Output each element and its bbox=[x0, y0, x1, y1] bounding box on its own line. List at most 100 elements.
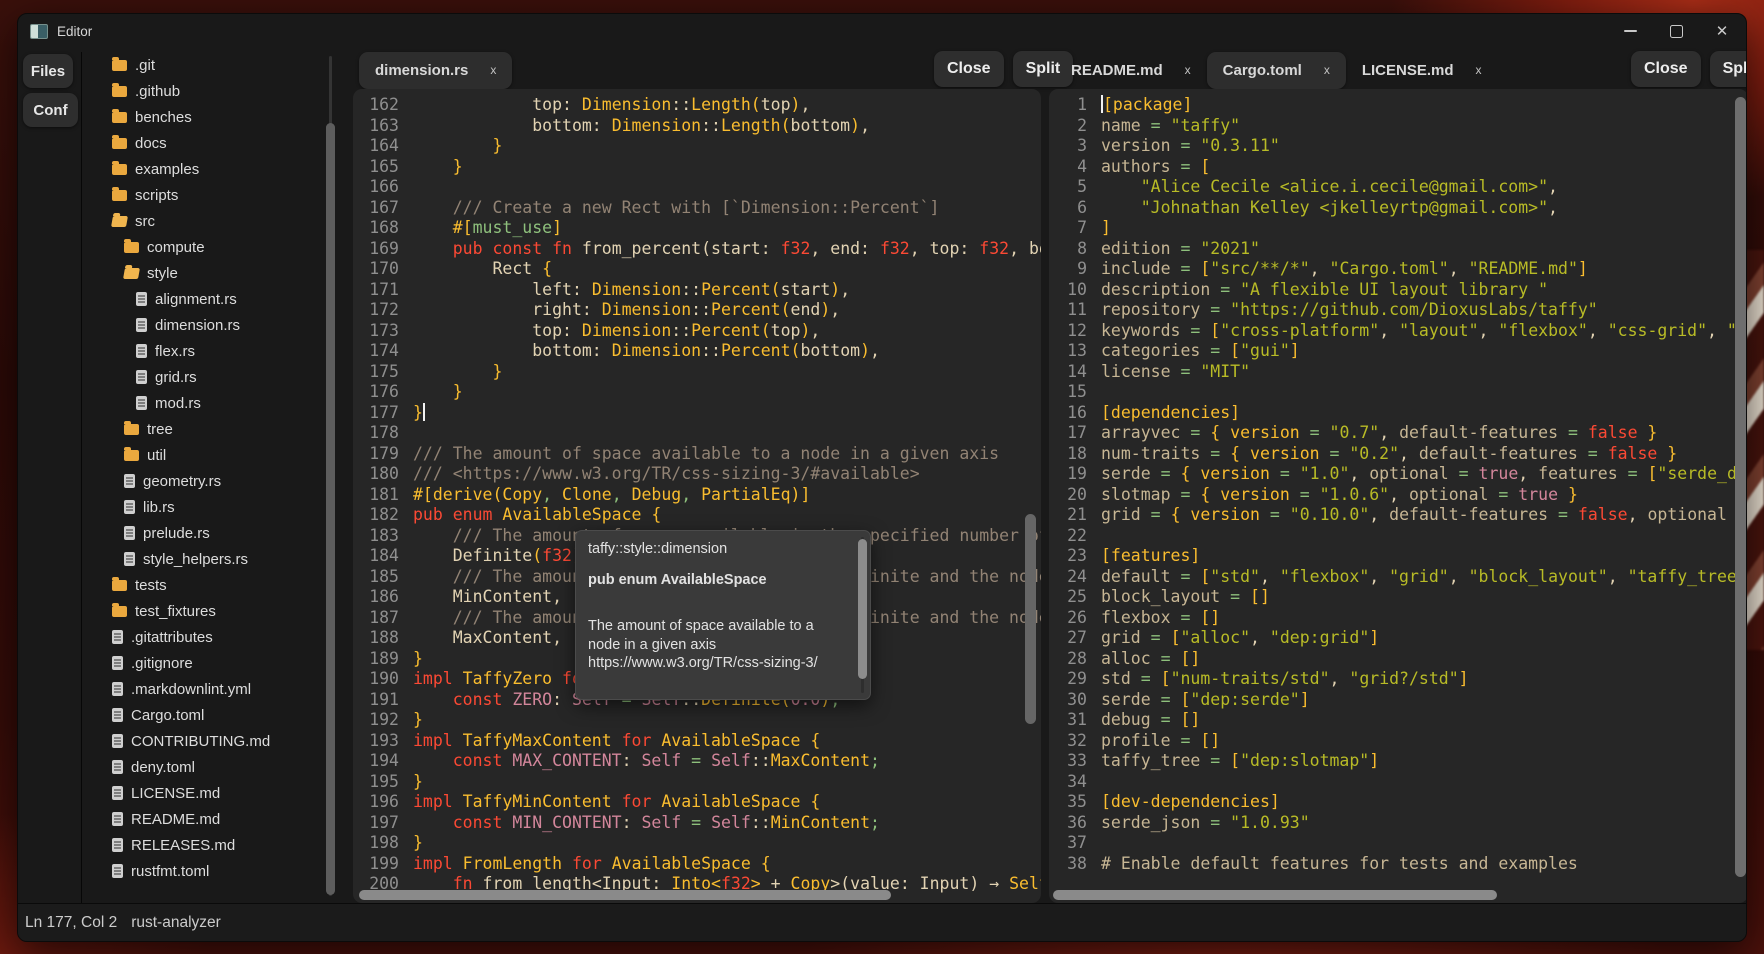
code-line-2[interactable]: 2name = "taffy" bbox=[1049, 116, 1747, 137]
code-line-169[interactable]: 169 pub const fn from_percent(start: f32… bbox=[353, 239, 1041, 260]
code-line-36[interactable]: 36serde_json = "1.0.93" bbox=[1049, 813, 1747, 834]
tooltip-scrollbar-thumb[interactable] bbox=[858, 539, 867, 679]
code-line-196[interactable]: 196impl TaffyMinContent for AvailableSpa… bbox=[353, 792, 1041, 813]
code-line-27[interactable]: 27grid = ["alloc", "dep:grid"] bbox=[1049, 628, 1747, 649]
tree-item-README.md[interactable]: README.md bbox=[82, 806, 350, 832]
sidebar-files-button[interactable]: Files bbox=[23, 54, 73, 88]
code-line-177[interactable]: 177} bbox=[353, 403, 1041, 424]
tree-item-style[interactable]: style bbox=[82, 260, 350, 286]
tree-item-mod.rs[interactable]: mod.rs bbox=[82, 390, 350, 416]
tree-item-alignment.rs[interactable]: alignment.rs bbox=[82, 286, 350, 312]
code-line-4[interactable]: 4authors = [ bbox=[1049, 157, 1747, 178]
code-line-176[interactable]: 176 } bbox=[353, 382, 1041, 403]
titlebar[interactable]: Editor ✕ bbox=[18, 14, 1746, 48]
code-line-192[interactable]: 192} bbox=[353, 710, 1041, 731]
code-line-182[interactable]: 182pub enum AvailableSpace { bbox=[353, 505, 1041, 526]
code-line-11[interactable]: 11repository = "https://github.com/Dioxu… bbox=[1049, 300, 1747, 321]
code-line-10[interactable]: 10description = "A flexible UI layout li… bbox=[1049, 280, 1747, 301]
tab-close-icon[interactable]: x bbox=[1185, 63, 1191, 77]
code-line-20[interactable]: 20slotmap = { version = "1.0.6", optiona… bbox=[1049, 485, 1747, 506]
file-tree-scrollbar-thumb[interactable] bbox=[326, 123, 335, 895]
code-line-180[interactable]: 180/// <https://www.w3.org/TR/css-sizing… bbox=[353, 464, 1041, 485]
tree-item-lib.rs[interactable]: lib.rs bbox=[82, 494, 350, 520]
minimize-button[interactable] bbox=[1620, 21, 1640, 41]
code-line-25[interactable]: 25block_layout = [] bbox=[1049, 587, 1747, 608]
code-line-181[interactable]: 181#[derive(Copy, Clone, Debug, PartialE… bbox=[353, 485, 1041, 506]
tree-item-scripts[interactable]: scripts bbox=[82, 182, 350, 208]
code-line-13[interactable]: 13categories = ["gui"] bbox=[1049, 341, 1747, 362]
center-close-button[interactable]: Close bbox=[934, 51, 1004, 87]
code-line-31[interactable]: 31debug = [] bbox=[1049, 710, 1747, 731]
code-line-166[interactable]: 166 bbox=[353, 177, 1041, 198]
tab-close-icon[interactable]: x bbox=[1324, 63, 1330, 77]
code-line-170[interactable]: 170 Rect { bbox=[353, 259, 1041, 280]
code-line-29[interactable]: 29std = ["num-traits/std", "grid?/std"] bbox=[1049, 669, 1747, 690]
tree-item-compute[interactable]: compute bbox=[82, 234, 350, 260]
tree-item-.markdownlint.yml[interactable]: .markdownlint.yml bbox=[82, 676, 350, 702]
code-line-179[interactable]: 179/// The amount of space available to … bbox=[353, 444, 1041, 465]
code-line-26[interactable]: 26flexbox = [] bbox=[1049, 608, 1747, 629]
tab-close-icon[interactable]: x bbox=[1476, 63, 1482, 77]
code-line-171[interactable]: 171 left: Dimension::Percent(start), bbox=[353, 280, 1041, 301]
code-line-168[interactable]: 168 #[must_use] bbox=[353, 218, 1041, 239]
code-line-167[interactable]: 167 /// Create a new Rect with [`Dimensi… bbox=[353, 198, 1041, 219]
code-line-14[interactable]: 14license = "MIT" bbox=[1049, 362, 1747, 383]
code-line-9[interactable]: 9include = ["src/**/*", "Cargo.toml", "R… bbox=[1049, 259, 1747, 280]
tree-item-rustfmt.toml[interactable]: rustfmt.toml bbox=[82, 858, 350, 884]
code-line-34[interactable]: 34 bbox=[1049, 772, 1747, 793]
code-line-178[interactable]: 178 bbox=[353, 423, 1041, 444]
center-editor[interactable]: 162 top: Dimension::Length(top),163 bott… bbox=[353, 89, 1041, 903]
right-close-button[interactable]: Close bbox=[1631, 51, 1701, 87]
right-editor[interactable]: 1[package]2name = "taffy"3version = "0.3… bbox=[1049, 89, 1747, 903]
code-line-173[interactable]: 173 top: Dimension::Percent(top), bbox=[353, 321, 1041, 342]
code-line-1[interactable]: 1[package] bbox=[1049, 95, 1747, 116]
center-vertical-scrollbar[interactable] bbox=[1025, 514, 1036, 724]
code-line-19[interactable]: 19serde = { version = "1.0", optional = … bbox=[1049, 464, 1747, 485]
tree-item-examples[interactable]: examples bbox=[82, 156, 350, 182]
code-line-16[interactable]: 16[dependencies] bbox=[1049, 403, 1747, 424]
code-line-28[interactable]: 28alloc = [] bbox=[1049, 649, 1747, 670]
code-line-165[interactable]: 165 } bbox=[353, 157, 1041, 178]
code-line-18[interactable]: 18num-traits = { version = "0.2", defaul… bbox=[1049, 444, 1747, 465]
tree-item-flex.rs[interactable]: flex.rs bbox=[82, 338, 350, 364]
center-tab-dimension.rs[interactable]: dimension.rsx bbox=[359, 52, 512, 89]
code-line-194[interactable]: 194 const MAX_CONTENT: Self = Self::MaxC… bbox=[353, 751, 1041, 772]
tree-item-dimension.rs[interactable]: dimension.rs bbox=[82, 312, 350, 338]
right-split-button[interactable]: Split bbox=[1710, 51, 1747, 87]
tree-item-CONTRIBUTING.md[interactable]: CONTRIBUTING.md bbox=[82, 728, 350, 754]
code-line-172[interactable]: 172 right: Dimension::Percent(end), bbox=[353, 300, 1041, 321]
code-line-30[interactable]: 30serde = ["dep:serde"] bbox=[1049, 690, 1747, 711]
tooltip-url[interactable]: https://www.w3.org/TR/css-sizing-3/ bbox=[588, 654, 846, 673]
right-tab-Cargo.toml[interactable]: Cargo.tomlx bbox=[1207, 52, 1346, 89]
code-line-24[interactable]: 24default = ["std", "flexbox", "grid", "… bbox=[1049, 567, 1747, 588]
code-line-7[interactable]: 7] bbox=[1049, 218, 1747, 239]
code-line-37[interactable]: 37 bbox=[1049, 833, 1747, 854]
code-line-35[interactable]: 35[dev-dependencies] bbox=[1049, 792, 1747, 813]
code-line-199[interactable]: 199impl FromLength for AvailableSpace { bbox=[353, 854, 1041, 875]
code-line-164[interactable]: 164 } bbox=[353, 136, 1041, 157]
tree-item-.gitattributes[interactable]: .gitattributes bbox=[82, 624, 350, 650]
code-line-162[interactable]: 162 top: Dimension::Length(top), bbox=[353, 95, 1041, 116]
close-button[interactable]: ✕ bbox=[1712, 21, 1732, 41]
right-vertical-scrollbar[interactable] bbox=[1735, 97, 1746, 877]
code-line-12[interactable]: 12keywords = ["cross-platform", "layout"… bbox=[1049, 321, 1747, 342]
tree-item-.git[interactable]: .git bbox=[82, 52, 350, 78]
code-line-33[interactable]: 33taffy_tree = ["dep:slotmap"] bbox=[1049, 751, 1747, 772]
right-horizontal-scrollbar[interactable] bbox=[1053, 890, 1497, 900]
code-line-163[interactable]: 163 bottom: Dimension::Length(bottom), bbox=[353, 116, 1041, 137]
maximize-button[interactable] bbox=[1666, 21, 1686, 41]
code-line-198[interactable]: 198} bbox=[353, 833, 1041, 854]
sidebar-conf-button[interactable]: Conf bbox=[23, 93, 78, 127]
tree-item-test_fixtures[interactable]: test_fixtures bbox=[82, 598, 350, 624]
tree-item-RELEASES.md[interactable]: RELEASES.md bbox=[82, 832, 350, 858]
tree-item-util[interactable]: util bbox=[82, 442, 350, 468]
center-horizontal-scrollbar[interactable] bbox=[359, 890, 891, 900]
tree-item-docs[interactable]: docs bbox=[82, 130, 350, 156]
tree-item-src[interactable]: src bbox=[82, 208, 350, 234]
code-line-193[interactable]: 193impl TaffyMaxContent for AvailableSpa… bbox=[353, 731, 1041, 752]
tree-item-geometry.rs[interactable]: geometry.rs bbox=[82, 468, 350, 494]
code-line-5[interactable]: 5 "Alice Cecile <alice.i.cecile@gmail.co… bbox=[1049, 177, 1747, 198]
code-line-3[interactable]: 3version = "0.3.11" bbox=[1049, 136, 1747, 157]
tab-close-icon[interactable]: x bbox=[490, 63, 496, 77]
tree-item-deny.toml[interactable]: deny.toml bbox=[82, 754, 350, 780]
